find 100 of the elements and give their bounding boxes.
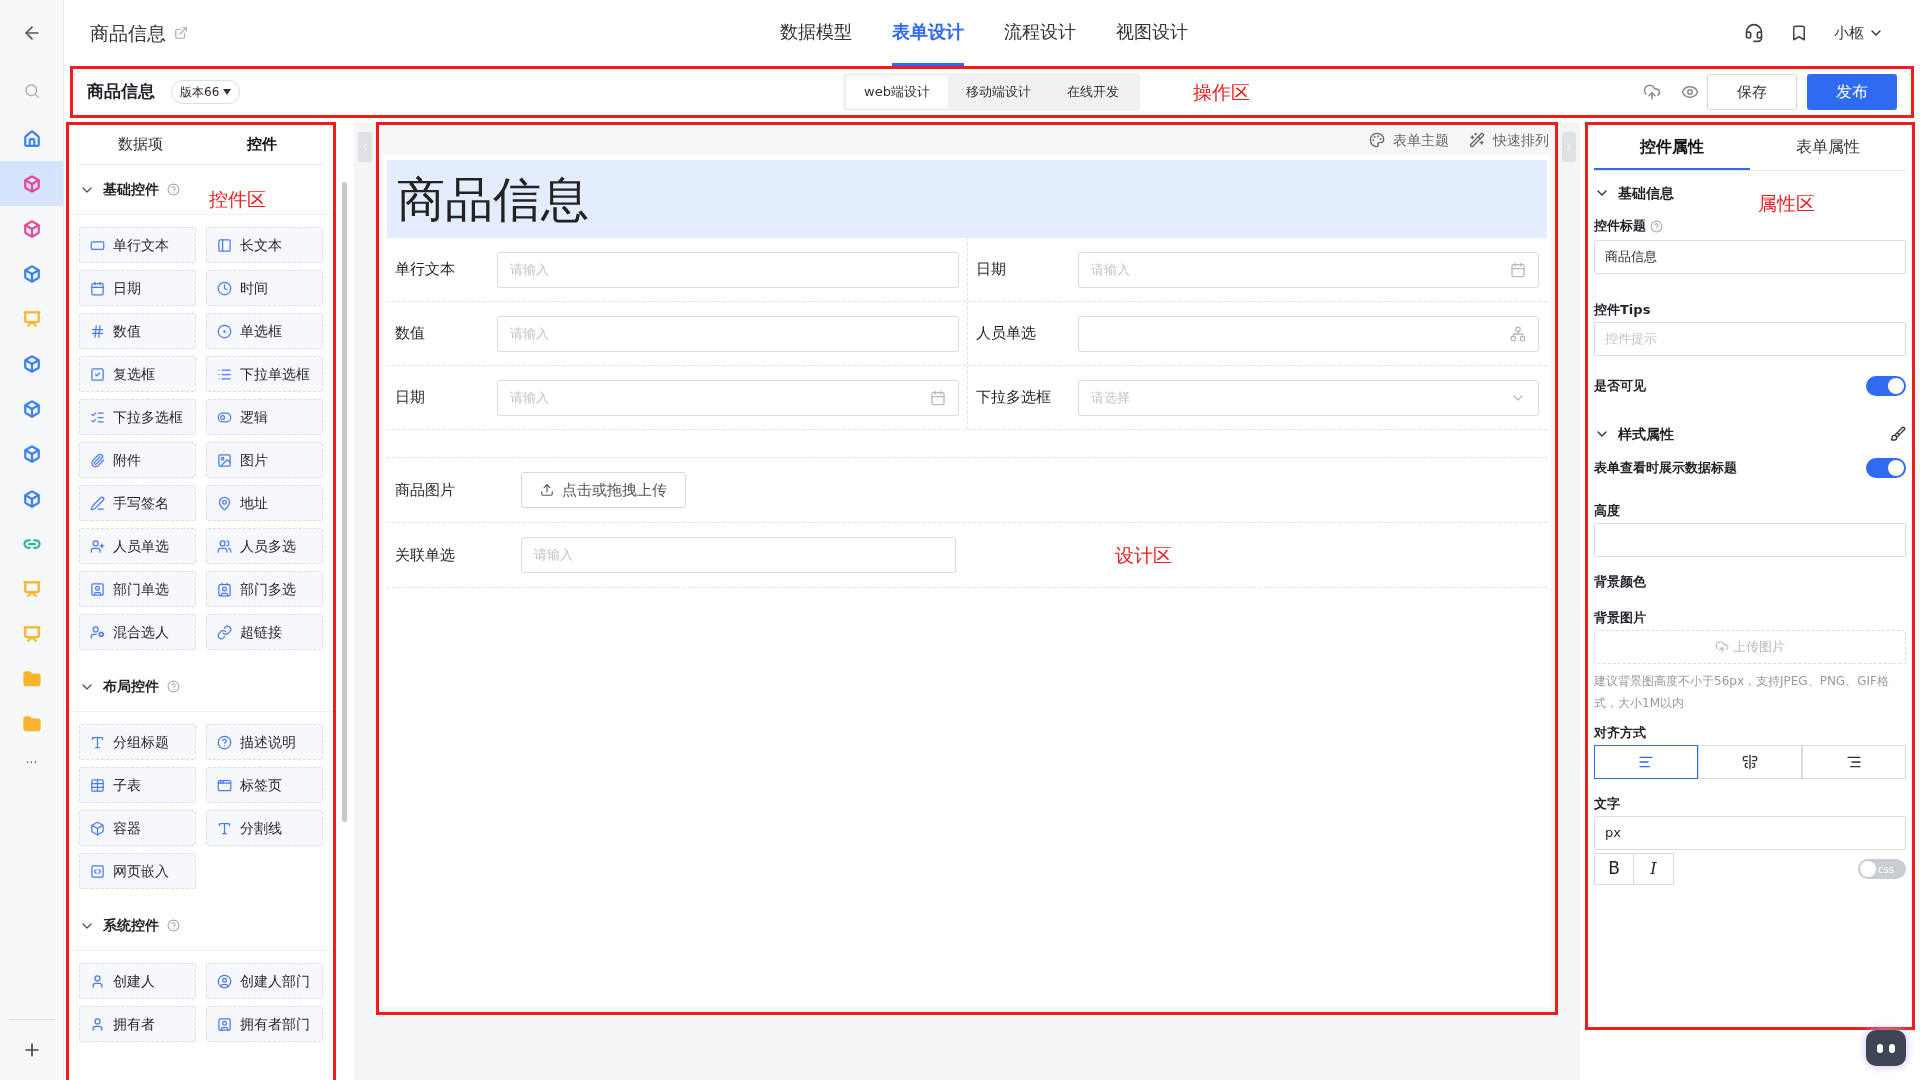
contact-icon bbox=[217, 581, 232, 597]
cube-icon bbox=[90, 820, 105, 836]
map-pin-icon bbox=[217, 495, 232, 511]
control-item[interactable]: 人员单选 bbox=[79, 528, 196, 564]
control-item[interactable]: 逻辑 bbox=[206, 399, 323, 435]
user-menu[interactable]: 小柩 bbox=[1834, 21, 1884, 45]
control-item[interactable]: 单选框 bbox=[206, 313, 323, 349]
property-label: 控件Tips bbox=[1594, 302, 1651, 317]
nav-item[interactable] bbox=[0, 161, 63, 206]
control-item[interactable]: 下拉单选框 bbox=[206, 356, 323, 392]
control-item[interactable]: 下拉多选框 bbox=[79, 399, 196, 435]
panel-tab[interactable]: 表单属性 bbox=[1750, 125, 1906, 170]
header-tab[interactable]: 流程设计 bbox=[1004, 0, 1076, 66]
property-label: 文字 bbox=[1594, 796, 1620, 811]
mode-tab[interactable]: 移动端设计 bbox=[947, 76, 1049, 108]
panel-tab[interactable]: 控件属性 bbox=[1594, 125, 1750, 170]
help-icon[interactable] bbox=[167, 183, 180, 196]
field-label: 商品图片 bbox=[395, 479, 456, 501]
control-item[interactable]: 单行文本 bbox=[79, 227, 196, 263]
control-item[interactable]: 长文本 bbox=[206, 227, 323, 263]
more-text[interactable]: ··· bbox=[25, 754, 38, 772]
form-name: 商品信息 bbox=[87, 80, 155, 104]
help-icon[interactable] bbox=[167, 680, 180, 693]
input-field[interactable]: 商品信息 bbox=[1594, 240, 1906, 274]
control-item[interactable]: 创建人 bbox=[79, 963, 196, 999]
control-item[interactable]: 部门多选 bbox=[206, 571, 323, 607]
input-field[interactable]: px bbox=[1594, 816, 1906, 850]
control-item[interactable]: 复选框 bbox=[79, 356, 196, 392]
control-item[interactable]: 子表 bbox=[79, 767, 196, 803]
help-icon[interactable] bbox=[1650, 219, 1663, 233]
cloud-upload-icon[interactable] bbox=[1643, 83, 1661, 101]
control-item[interactable]: 描述说明 bbox=[206, 724, 323, 760]
section-title: 布局控件 bbox=[103, 677, 159, 696]
textarea-icon bbox=[217, 237, 232, 253]
headset-icon[interactable] bbox=[1744, 23, 1764, 43]
toggle-switch[interactable] bbox=[1866, 376, 1906, 396]
section-title: 基础控件 bbox=[103, 180, 159, 199]
calendar-icon bbox=[90, 280, 105, 296]
upload-button[interactable]: 点击或拖拽上传 bbox=[521, 472, 686, 508]
bookmark-icon[interactable] bbox=[1790, 24, 1808, 42]
bold-button[interactable]: B bbox=[1594, 853, 1634, 885]
type-icon bbox=[90, 734, 105, 750]
scrollbar[interactable] bbox=[342, 182, 347, 822]
user-icon bbox=[90, 973, 105, 989]
control-item[interactable]: 图片 bbox=[206, 442, 323, 478]
control-item[interactable]: 附件 bbox=[79, 442, 196, 478]
quick-arrange-button[interactable]: 快速排列 bbox=[1469, 129, 1549, 151]
calendar-icon bbox=[1510, 261, 1526, 278]
input-field[interactable] bbox=[1077, 315, 1539, 352]
help-icon[interactable] bbox=[167, 919, 180, 932]
control-item[interactable]: 网页嵌入 bbox=[79, 853, 196, 889]
control-item[interactable]: 手写签名 bbox=[79, 485, 196, 521]
control-item[interactable]: 部门单选 bbox=[79, 571, 196, 607]
panel-tab[interactable]: 数据项 bbox=[79, 125, 201, 164]
align-button[interactable] bbox=[1594, 745, 1698, 779]
control-item[interactable]: 容器 bbox=[79, 810, 196, 846]
save-button[interactable]: 保存 bbox=[1707, 74, 1797, 110]
control-item[interactable]: 超链接 bbox=[206, 614, 323, 650]
assistant-robot-icon[interactable] bbox=[1866, 1030, 1906, 1066]
external-link-icon[interactable] bbox=[174, 26, 188, 40]
placeholder-text: 请输入 bbox=[510, 324, 551, 343]
header-tab[interactable]: 表单设计 bbox=[892, 0, 964, 66]
header-tab[interactable]: 视图设计 bbox=[1116, 0, 1188, 66]
align-left-icon bbox=[1638, 754, 1654, 770]
panel-tab[interactable]: 控件 bbox=[201, 125, 323, 164]
field-label: 日期 bbox=[975, 259, 1007, 281]
annotation-label: 属性区 bbox=[1758, 191, 1815, 216]
mode-tab[interactable]: 在线开发 bbox=[1048, 76, 1137, 108]
form-theme-button[interactable]: 表单主题 bbox=[1369, 129, 1449, 151]
control-item[interactable]: 混合选人 bbox=[79, 614, 196, 650]
control-item[interactable]: 日期 bbox=[79, 270, 196, 306]
control-item[interactable]: 创建人部门 bbox=[206, 963, 323, 999]
control-item[interactable]: 拥有者部门 bbox=[206, 1006, 323, 1042]
brush-icon[interactable] bbox=[1890, 426, 1906, 442]
input-field[interactable] bbox=[1594, 523, 1906, 557]
control-item[interactable]: 拥有者 bbox=[79, 1006, 196, 1042]
header-tab[interactable]: 数据模型 bbox=[780, 0, 852, 66]
search-icon[interactable] bbox=[23, 83, 40, 99]
publish-button[interactable]: 发布 bbox=[1807, 74, 1897, 110]
user-card-icon bbox=[217, 1016, 232, 1032]
user-plus-icon bbox=[90, 538, 105, 554]
control-item[interactable]: 人员多选 bbox=[206, 528, 323, 564]
control-item[interactable]: 分割线 bbox=[206, 810, 323, 846]
mode-tab[interactable]: web端设计 bbox=[846, 76, 948, 108]
toggle-switch[interactable] bbox=[1866, 458, 1906, 478]
field-label: 人员单选 bbox=[975, 323, 1037, 345]
user-gear-icon bbox=[90, 624, 105, 640]
caret-icon bbox=[223, 89, 232, 95]
hint-text: 建议背景图高度不小于56px，支持JPEG、PNG、GIF格式，大小1M以内 bbox=[1594, 673, 1890, 712]
preview-icon[interactable] bbox=[1681, 83, 1699, 101]
align-right-icon bbox=[1846, 754, 1862, 770]
control-item[interactable]: 时间 bbox=[206, 270, 323, 306]
control-item[interactable]: 标签页 bbox=[206, 767, 323, 803]
control-item[interactable]: 分组标题 bbox=[79, 724, 196, 760]
control-item[interactable]: 数值 bbox=[79, 313, 196, 349]
list-icon bbox=[217, 366, 232, 382]
field-label: 单行文本 bbox=[395, 259, 456, 281]
italic-button[interactable]: I bbox=[1634, 853, 1674, 885]
control-item[interactable]: 地址 bbox=[206, 485, 323, 521]
radio-icon bbox=[217, 323, 232, 339]
